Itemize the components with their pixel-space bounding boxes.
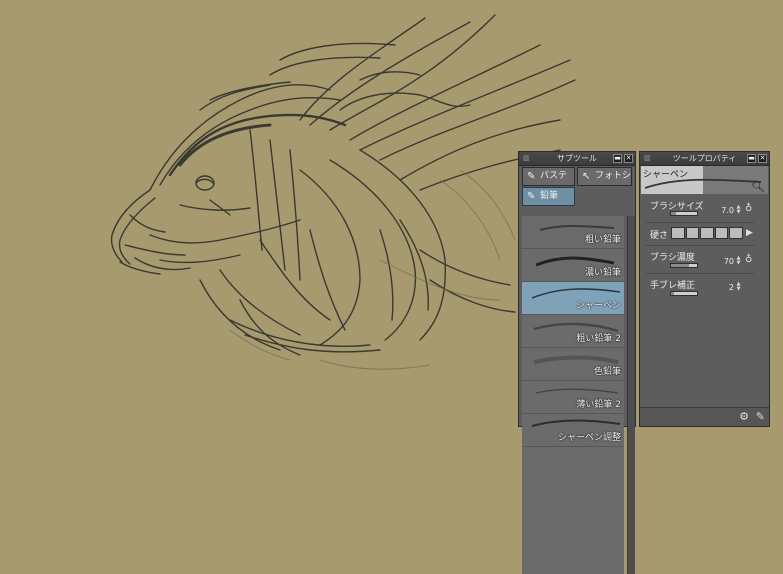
brush-label: シャーペン調整 xyxy=(557,433,621,443)
zoom-icon[interactable]: 🔍︎ xyxy=(751,180,765,193)
brush-label: シャーペン xyxy=(575,301,621,311)
brush-preview: シャーペン 🔍︎ xyxy=(641,166,768,194)
brush-size-slider[interactable] xyxy=(670,211,698,216)
close-icon[interactable]: ✕ xyxy=(624,154,633,163)
brush-density-value: 70 xyxy=(723,257,734,266)
pressure-icon[interactable]: ♁ xyxy=(745,254,752,265)
list-item[interactable]: 薄い鉛筆 2 xyxy=(522,381,624,414)
preview-label: シャーペン xyxy=(643,170,689,180)
tab-label: フォトショ xyxy=(595,171,632,181)
list-item[interactable]: 粗い鉛筆 xyxy=(522,216,624,249)
divider xyxy=(646,222,754,223)
close-icon[interactable]: ✕ xyxy=(758,154,767,163)
divider xyxy=(646,273,754,274)
brush-size-stepper[interactable]: ▲ ▼ xyxy=(735,205,742,215)
list-scrollbar[interactable] xyxy=(627,216,635,574)
tool-property-titlebar[interactable]: ▥ ツールプロパティ ▬ ✕ xyxy=(640,152,769,166)
brush-density-slider[interactable] xyxy=(670,263,698,268)
brush-label: 粗い鉛筆 xyxy=(584,235,621,245)
minimize-icon[interactable]: ▬ xyxy=(613,154,622,163)
sub-tool-panel: ▥ サブツール ▬ ✕ ✎ パステル ↖ フォトショ ✎ 鉛筆 粗い鉛筆 濃い鉛… xyxy=(518,151,636,574)
stabilization-slider[interactable] xyxy=(670,291,698,296)
minimize-icon[interactable]: ▬ xyxy=(747,154,756,163)
property-blank-area xyxy=(641,302,768,402)
tool-property-panel: ▥ ツールプロパティ ▬ ✕ シャーペン 🔍︎ ブラシサイズ 7.0 ▲ ▼ ♁ … xyxy=(639,151,770,427)
photoshop-brush-icon: ↖ xyxy=(582,171,591,182)
stabilization-stepper[interactable]: ▲ ▼ xyxy=(735,282,742,292)
list-item-selected[interactable]: シャーペン xyxy=(522,282,624,315)
sub-tool-titlebar[interactable]: ▥ サブツール ▬ ✕ xyxy=(519,152,635,166)
brush-label: 薄い鉛筆 2 xyxy=(576,400,621,410)
property-footer: ⚙ ✎ xyxy=(640,407,769,426)
list-item[interactable]: 濃い鉛筆 xyxy=(522,249,624,282)
brush-label: 色鉛筆 xyxy=(593,367,621,377)
prop-label-brush-density: ブラシ濃度 xyxy=(650,253,695,263)
prop-label-hardness: 硬さ xyxy=(650,231,669,241)
divider xyxy=(646,245,754,246)
tab-pencil[interactable]: ✎ 鉛筆 xyxy=(522,187,575,206)
stabilization-value: 2 xyxy=(728,283,734,292)
brush-list: 粗い鉛筆 濃い鉛筆 シャーペン 粗い鉛筆 2 色鉛筆 薄い鉛筆 2 シャーペン調… xyxy=(522,216,624,574)
pastel-icon: ✎ xyxy=(527,171,536,182)
list-item[interactable]: 色鉛筆 xyxy=(522,348,624,381)
brush-size-value: 7.0 xyxy=(721,206,734,215)
brush-label: 粗い鉛筆 2 xyxy=(576,334,621,344)
prop-label-stabilization: 手ブレ補正 xyxy=(650,281,696,291)
list-item[interactable]: 粗い鉛筆 2 xyxy=(522,315,624,348)
pressure-icon[interactable]: ♁ xyxy=(745,203,752,214)
pencil-icon: ✎ xyxy=(527,191,536,202)
brush-label: 濃い鉛筆 xyxy=(584,268,621,278)
settings-icon[interactable]: ⚙ xyxy=(739,410,749,423)
hardness-segments[interactable] xyxy=(671,227,743,239)
tab-pastel[interactable]: ✎ パステル xyxy=(522,167,575,198)
play-icon[interactable]: ▶ xyxy=(746,228,753,238)
tab-label: 鉛筆 xyxy=(540,191,559,201)
tab-photoshop[interactable]: ↖ フォトショ xyxy=(577,167,632,186)
list-item[interactable]: シャーペン調整 xyxy=(522,414,624,447)
brush-density-stepper[interactable]: ▲ ▼ xyxy=(735,256,742,266)
wrench-icon[interactable]: ✎ xyxy=(756,410,765,423)
